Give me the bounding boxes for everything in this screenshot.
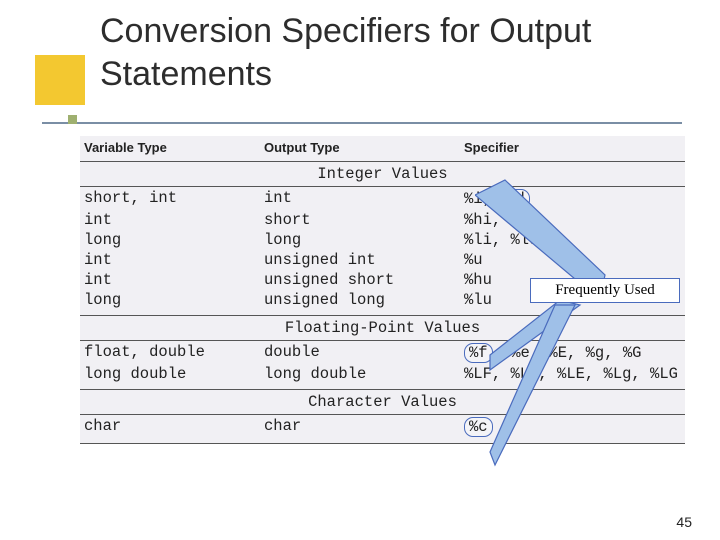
cell-vtype: float, double — [84, 343, 264, 363]
header-output-type: Output Type — [264, 140, 464, 155]
table-row: int unsigned int %u — [80, 250, 685, 270]
cell-specifier: %LF, %Le, %LE, %Lg, %LG — [464, 365, 681, 383]
table-row: short, int int %i, %d — [80, 187, 685, 210]
spec-text: , %e, %E, %g, %G — [493, 344, 642, 362]
table-row: float, double double %f, %e, %E, %g, %G — [80, 341, 685, 364]
header-specifier: Specifier — [464, 140, 681, 155]
cell-otype: double — [264, 343, 464, 363]
header-variable-type: Variable Type — [84, 140, 264, 155]
cell-specifier: %f, %e, %E, %g, %G — [464, 343, 681, 363]
table-header-row: Variable Type Output Type Specifier — [80, 136, 685, 162]
slide-title: Conversion Specifiers for Output Stateme… — [100, 10, 720, 95]
cell-vtype: int — [84, 251, 264, 269]
cell-otype: short — [264, 211, 464, 229]
cell-specifier: %c — [464, 417, 681, 437]
cell-otype: int — [264, 189, 464, 209]
section-integer: Integer Values — [80, 162, 685, 187]
table-row: int short %hi, %hd — [80, 210, 685, 230]
cell-specifier: %u — [464, 251, 681, 269]
highlight-f: %f — [464, 343, 493, 363]
section-float: Floating-Point Values — [80, 316, 685, 341]
cell-specifier: %i, %d — [464, 189, 681, 209]
bullet-marker — [68, 115, 77, 124]
cell-vtype: long — [84, 231, 264, 249]
table-row: long double long double %LF, %Le, %LE, %… — [80, 364, 685, 390]
cell-vtype: long — [84, 291, 264, 309]
highlight-c: %c — [464, 417, 493, 437]
cell-otype: long — [264, 231, 464, 249]
table-row: long long %li, %ld — [80, 230, 685, 250]
title-underline — [42, 122, 682, 124]
cell-vtype: int — [84, 271, 264, 289]
highlight-d: %d — [501, 189, 530, 209]
accent-square — [35, 55, 85, 105]
page-number: 45 — [676, 514, 692, 530]
section-char: Character Values — [80, 390, 685, 415]
cell-vtype: int — [84, 211, 264, 229]
cell-vtype: char — [84, 417, 264, 437]
spec-text: %i, — [464, 190, 501, 208]
cell-otype: long double — [264, 365, 464, 383]
cell-specifier: %hi, %hd — [464, 211, 681, 229]
cell-specifier: %li, %ld — [464, 231, 681, 249]
cell-vtype: short, int — [84, 189, 264, 209]
cell-otype: unsigned short — [264, 271, 464, 289]
table-row: char char %c — [80, 415, 685, 444]
frequently-used-callout: Frequently Used — [530, 278, 680, 303]
cell-vtype: long double — [84, 365, 264, 383]
cell-otype: char — [264, 417, 464, 437]
cell-otype: unsigned int — [264, 251, 464, 269]
cell-otype: unsigned long — [264, 291, 464, 309]
